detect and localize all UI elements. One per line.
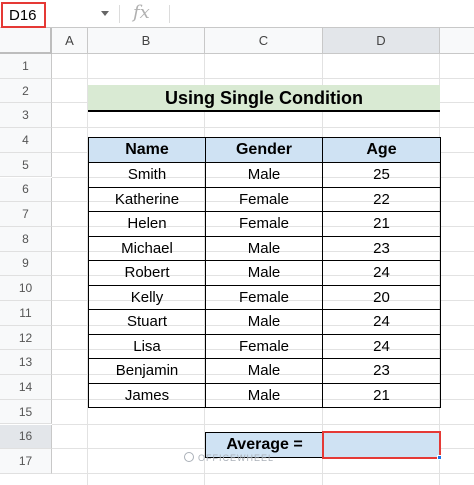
column-header-c[interactable]: C [205,28,323,54]
gridline [52,472,474,474]
watermark: OFFICEWHEEL [198,453,275,463]
cell-name[interactable]: Lisa [89,334,206,359]
row-header-14[interactable]: 14 [0,375,52,400]
page-title: Using Single Condition [88,85,440,111]
cell-name[interactable]: Robert [89,261,206,286]
cell-name[interactable]: Kelly [89,285,206,310]
row-header-5[interactable]: 5 [0,152,52,178]
row-header-1[interactable]: 1 [0,54,52,79]
cell-age[interactable]: 23 [323,359,441,384]
cell-gender[interactable]: Female [206,212,323,237]
table-header-name[interactable]: Name [89,138,206,163]
cell-gender[interactable]: Female [206,334,323,359]
row-header-4[interactable]: 4 [0,128,52,153]
row-header-17[interactable]: 17 [0,449,52,474]
average-value-cell[interactable] [322,431,441,459]
title-underline [88,110,440,112]
name-box[interactable]: D16 [1,2,46,28]
cell-age[interactable]: 22 [323,187,441,212]
cell-age[interactable]: 23 [323,236,441,261]
cell-name[interactable]: Katherine [89,187,206,212]
cell-name[interactable]: Helen [89,212,206,237]
row-header-11[interactable]: 11 [0,301,52,326]
fill-handle[interactable] [437,455,442,460]
gridline [52,127,474,129]
column-header-d[interactable]: D [323,28,440,54]
table-header-age[interactable]: Age [323,138,441,163]
officewheel-logo-icon [184,452,194,462]
fx-icon: fx [133,2,150,23]
cell-gender[interactable]: Male [206,163,323,188]
cell-gender[interactable]: Male [206,310,323,335]
name-box-dropdown-icon[interactable] [101,11,109,16]
cell-age[interactable]: 24 [323,334,441,359]
table-header-gender[interactable]: Gender [206,138,323,163]
column-header-a[interactable]: A [52,28,88,54]
cell-gender[interactable]: Male [206,359,323,384]
row-header-7[interactable]: 7 [0,202,52,227]
row-header-2[interactable]: 2 [0,78,52,104]
select-all-corner[interactable] [0,28,52,54]
row-header-15[interactable]: 15 [0,399,52,425]
gridline [52,423,474,425]
cell-age[interactable]: 24 [323,310,441,335]
separator [169,5,170,23]
cell-name[interactable]: Stuart [89,310,206,335]
row-header-8[interactable]: 8 [0,226,52,252]
spreadsheet-grid[interactable]: A B C D 1 2 3 4 5 6 7 8 9 10 11 12 13 14 15 16 17 Using … [0,28,474,485]
cell-name[interactable]: Michael [89,236,206,261]
cell-age[interactable]: 20 [323,285,441,310]
row-header-6[interactable]: 6 [0,177,52,203]
cell-name[interactable]: James [89,383,206,408]
cell-age[interactable]: 24 [323,261,441,286]
row-header-12[interactable]: 12 [0,325,52,351]
formula-bar: D16 fx [0,0,474,28]
row-header-3[interactable]: 3 [0,103,52,129]
row-header-16[interactable]: 16 [0,424,52,450]
column-header-b[interactable]: B [88,28,205,54]
cell-age[interactable]: 25 [323,163,441,188]
cell-gender[interactable]: Female [206,187,323,212]
cell-age[interactable]: 21 [323,212,441,237]
column-header-e[interactable] [440,28,474,54]
cell-gender[interactable]: Male [206,383,323,408]
cell-gender[interactable]: Female [206,285,323,310]
cell-age[interactable]: 21 [323,383,441,408]
cell-name[interactable]: Benjamin [89,359,206,384]
row-header-13[interactable]: 13 [0,350,52,376]
row-header-10[interactable]: 10 [0,276,52,301]
cell-name[interactable]: Smith [89,163,206,188]
gridline [52,77,474,79]
cell-gender[interactable]: Male [206,261,323,286]
separator [119,5,120,23]
row-header-9[interactable]: 9 [0,251,52,277]
cell-gender[interactable]: Male [206,236,323,261]
